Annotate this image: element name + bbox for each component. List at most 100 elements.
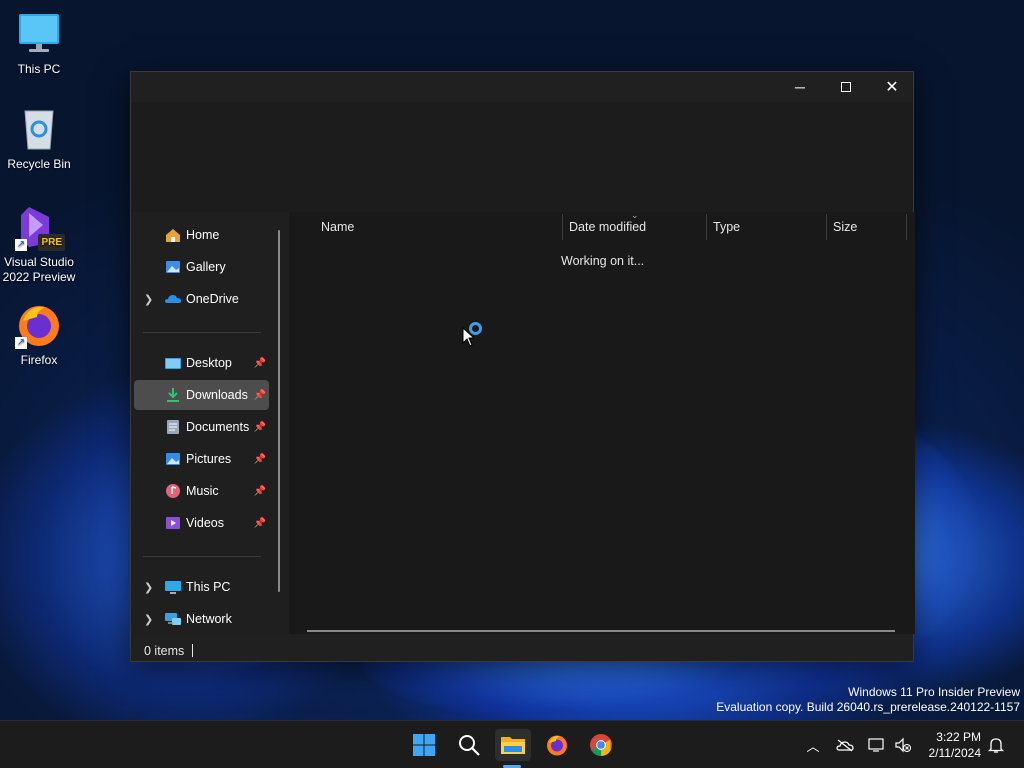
nav-divider bbox=[143, 556, 261, 557]
file-explorer-window: ─ ✕ Home Gallery ❯ OneDrive Desktop 📌 Do… bbox=[130, 71, 915, 662]
network-tray-button[interactable] bbox=[867, 735, 887, 755]
column-header-label: Type bbox=[713, 220, 741, 234]
volume-tray-button[interactable] bbox=[893, 735, 913, 755]
desktop-folder-icon bbox=[164, 355, 182, 371]
nav-item-music[interactable]: Music 📌 bbox=[134, 476, 269, 506]
search-button[interactable] bbox=[451, 729, 487, 761]
pin-icon[interactable]: 📌 bbox=[254, 422, 266, 433]
close-icon: ✕ bbox=[885, 79, 899, 96]
nav-item-home[interactable]: Home bbox=[134, 220, 269, 250]
desktop-icon-label: Visual Studio 2022 Preview bbox=[2, 255, 76, 284]
loading-message: Working on it... bbox=[561, 254, 645, 268]
shortcut-arrow-icon: ↗ bbox=[15, 337, 27, 349]
taskbar-file-explorer[interactable] bbox=[495, 729, 531, 761]
status-bar: 0 items bbox=[131, 642, 913, 662]
maximize-button[interactable] bbox=[823, 72, 869, 102]
column-separator[interactable] bbox=[562, 214, 563, 240]
preview-badge: PRE bbox=[38, 234, 65, 251]
nav-item-label: Network bbox=[186, 612, 232, 626]
recycle-bin-icon bbox=[15, 105, 63, 153]
desktop-icon-visual-studio[interactable]: PRE ↗ Visual Studio 2022 Preview bbox=[0, 203, 78, 285]
cloud-offline-icon bbox=[836, 739, 854, 752]
bell-icon bbox=[988, 738, 1004, 753]
chrome-icon bbox=[590, 734, 612, 756]
close-button[interactable]: ✕ bbox=[869, 72, 915, 102]
desktop-icon-label: Recycle Bin bbox=[7, 157, 71, 171]
gallery-icon bbox=[164, 259, 182, 275]
file-list-pane: Name ⌄ Date modified Type Size Working o… bbox=[289, 210, 915, 634]
chevron-up-icon: ︿ bbox=[806, 738, 820, 754]
downloads-folder-icon bbox=[164, 387, 182, 403]
horizontal-scrollbar[interactable] bbox=[307, 630, 895, 632]
nav-item-documents[interactable]: Documents 📌 bbox=[134, 412, 269, 442]
visual-studio-icon: PRE ↗ bbox=[15, 203, 65, 251]
column-separator[interactable] bbox=[826, 214, 827, 240]
column-separator[interactable] bbox=[906, 214, 907, 240]
search-icon bbox=[459, 735, 480, 756]
nav-item-onedrive[interactable]: ❯ OneDrive bbox=[134, 284, 269, 314]
chevron-right-icon[interactable]: ❯ bbox=[144, 613, 153, 626]
column-header-label: Size bbox=[833, 220, 858, 234]
desktop-icon-this-pc[interactable]: This PC bbox=[0, 10, 78, 77]
nav-item-this-pc[interactable]: ❯ This PC bbox=[134, 572, 269, 602]
nav-scrollbar[interactable] bbox=[278, 230, 280, 592]
nav-divider bbox=[143, 332, 261, 333]
chevron-right-icon[interactable]: ❯ bbox=[144, 293, 153, 306]
title-bar[interactable]: ─ ✕ bbox=[131, 72, 913, 102]
watermark-line-1: Windows 11 Pro Insider Preview bbox=[848, 685, 1020, 699]
nav-item-label: Home bbox=[186, 228, 220, 242]
nav-item-videos[interactable]: Videos 📌 bbox=[134, 508, 269, 538]
nav-item-gallery[interactable]: Gallery bbox=[134, 252, 269, 282]
column-separator[interactable] bbox=[706, 214, 707, 240]
desktop-icon-recycle-bin[interactable]: Recycle Bin bbox=[0, 105, 78, 172]
mouse-pointer-icon bbox=[462, 326, 476, 350]
nav-item-desktop[interactable]: Desktop 📌 bbox=[134, 348, 269, 378]
desktop-icon-label: Firefox bbox=[20, 353, 58, 367]
pictures-folder-icon bbox=[164, 451, 182, 467]
pin-icon[interactable]: 📌 bbox=[254, 390, 266, 401]
column-header-size[interactable]: Size bbox=[833, 212, 905, 242]
chevron-right-icon[interactable]: ❯ bbox=[144, 581, 153, 594]
minimize-button[interactable]: ─ bbox=[777, 72, 823, 102]
maximize-icon bbox=[841, 82, 851, 92]
taskbar-firefox[interactable] bbox=[539, 729, 575, 761]
notifications-button[interactable] bbox=[986, 735, 1006, 755]
videos-folder-icon bbox=[164, 515, 182, 531]
navigation-pane: Home Gallery ❯ OneDrive Desktop 📌 Downlo… bbox=[131, 212, 289, 634]
nav-item-pictures[interactable]: Pictures 📌 bbox=[134, 444, 269, 474]
minimize-icon: ─ bbox=[795, 79, 805, 95]
pin-icon[interactable]: 📌 bbox=[254, 454, 266, 465]
desktop-icon-firefox[interactable]: ↗ Firefox bbox=[0, 301, 78, 368]
column-header-label: Name bbox=[321, 220, 355, 234]
column-header-date-modified[interactable]: Date modified bbox=[569, 212, 705, 242]
nav-item-label: Desktop bbox=[186, 356, 232, 370]
onedrive-tray-button[interactable] bbox=[835, 735, 855, 755]
nav-item-network[interactable]: ❯ Network bbox=[134, 604, 269, 634]
home-icon bbox=[164, 227, 182, 243]
clock-date: 2/11/2024 bbox=[928, 746, 982, 760]
desktop-icon-label: This PC bbox=[17, 62, 61, 76]
pin-icon[interactable]: 📌 bbox=[254, 518, 266, 529]
nav-item-label: Videos bbox=[186, 516, 224, 530]
file-explorer-icon bbox=[501, 737, 525, 754]
speaker-muted-icon bbox=[895, 737, 911, 753]
shortcut-arrow-icon: ↗ bbox=[15, 239, 27, 251]
command-bar-area bbox=[131, 102, 913, 212]
music-folder-icon bbox=[164, 483, 182, 499]
nav-item-label: This PC bbox=[186, 580, 231, 594]
nav-item-label: OneDrive bbox=[186, 292, 239, 306]
evaluation-watermark: Windows 11 Pro Insider Preview Evaluatio… bbox=[716, 685, 1020, 715]
start-button[interactable] bbox=[406, 729, 442, 761]
windows-logo-icon bbox=[413, 734, 435, 756]
column-header-name[interactable]: Name bbox=[321, 212, 561, 242]
pin-icon[interactable]: 📌 bbox=[254, 358, 266, 369]
taskbar-clock[interactable]: 3:22 PM 2/11/2024 bbox=[929, 729, 982, 761]
item-count: 0 items bbox=[144, 644, 185, 658]
nav-item-label: Downloads bbox=[186, 388, 248, 402]
nav-item-downloads[interactable]: Downloads 📌 bbox=[134, 380, 269, 410]
pin-icon[interactable]: 📌 bbox=[254, 486, 266, 497]
taskbar-chrome[interactable] bbox=[583, 729, 619, 761]
show-hidden-icons-button[interactable]: ︿ bbox=[803, 735, 823, 755]
column-header-type[interactable]: Type bbox=[713, 212, 825, 242]
firefox-icon: ↗ bbox=[15, 301, 63, 349]
